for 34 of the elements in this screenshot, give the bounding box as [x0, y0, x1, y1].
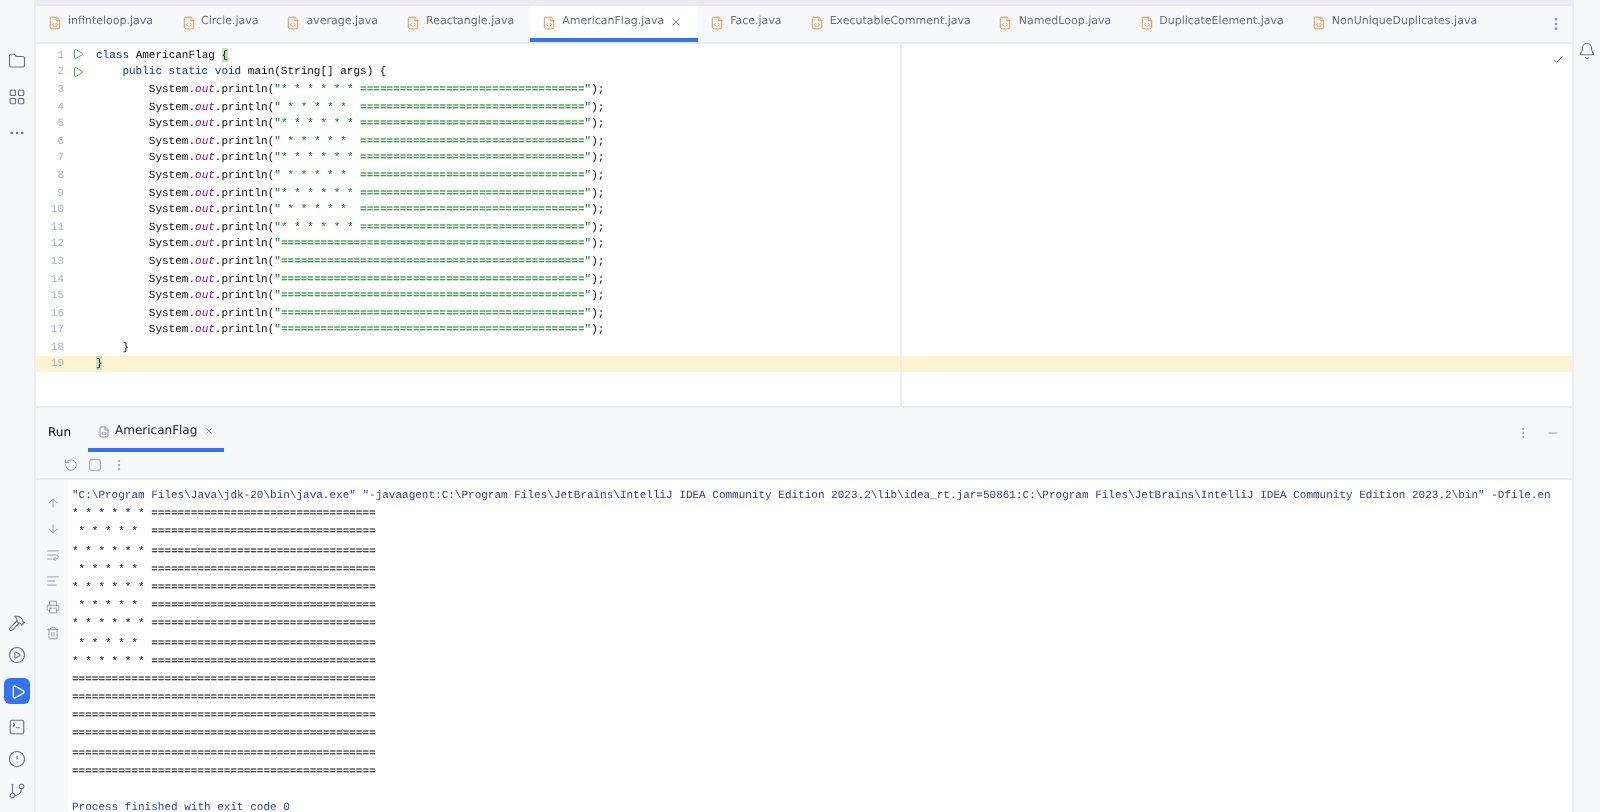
stop-icon[interactable] [88, 457, 102, 471]
java-file-icon [710, 15, 725, 29]
trash-icon[interactable] [45, 626, 59, 640]
java-file-icon [1139, 15, 1154, 29]
close-icon[interactable] [670, 16, 683, 28]
branch-icon[interactable] [8, 782, 26, 800]
file-icon [97, 425, 110, 437]
run-gutter-icon[interactable] [72, 65, 84, 78]
java-file-icon [406, 15, 421, 29]
print-icon[interactable] [45, 600, 59, 614]
java-file-icon [48, 15, 62, 29]
up-arrow-icon[interactable] [45, 496, 59, 510]
rerun-icon[interactable] [64, 457, 78, 471]
java-file-icon [998, 15, 1013, 29]
play-icon [9, 683, 25, 699]
java-file-icon [542, 15, 557, 29]
java-file-icon [286, 15, 301, 29]
down-arrow-icon[interactable] [45, 522, 59, 536]
check-icon [1552, 54, 1564, 66]
minimize-icon[interactable] [1546, 426, 1560, 440]
structure-icon[interactable] [8, 88, 26, 106]
folder-icon[interactable] [8, 52, 26, 70]
scroll-end-icon[interactable] [45, 574, 59, 588]
java-file-icon [1311, 15, 1326, 29]
play-circle-icon[interactable] [8, 646, 26, 664]
wrap-icon[interactable] [45, 548, 59, 562]
java-file-icon [181, 15, 196, 29]
run-tool-button[interactable] [4, 678, 30, 704]
hammer-icon[interactable] [8, 614, 26, 632]
java-file-icon [809, 15, 824, 29]
run-gutter-icon[interactable] [72, 48, 84, 61]
terminal-icon[interactable] [8, 718, 26, 736]
bell-icon[interactable] [1578, 42, 1596, 60]
alert-icon[interactable] [8, 750, 26, 768]
